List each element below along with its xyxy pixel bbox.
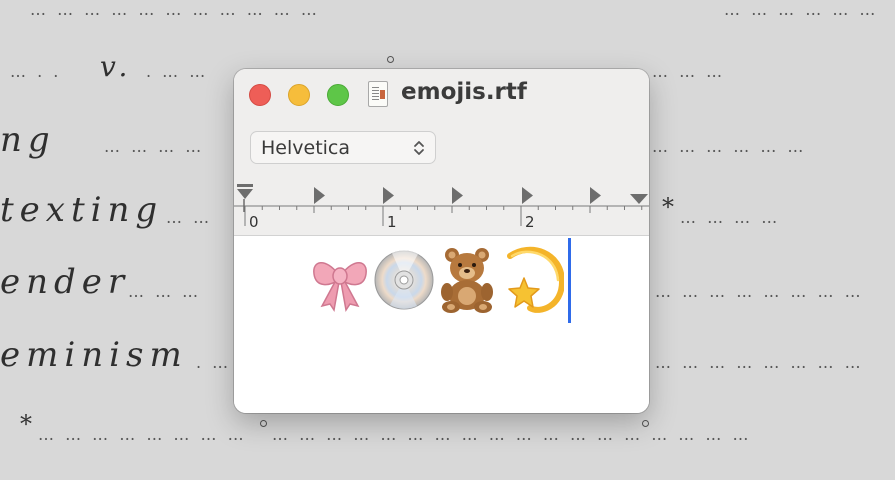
- rtf-document-icon: [368, 81, 388, 107]
- font-family-value: Helvetica: [261, 137, 351, 159]
- bg-dots-row: … … … …: [104, 137, 205, 156]
- bg-script-word: eminism: [0, 335, 188, 375]
- tab-stop-icon[interactable]: [590, 187, 601, 204]
- minimize-button[interactable]: [288, 84, 310, 106]
- textedit-window[interactable]: emojis.rtf Helvetica 0 1 2: [234, 69, 649, 413]
- tab-stop-icon[interactable]: [314, 187, 325, 204]
- tab-stop-icon[interactable]: [522, 187, 533, 204]
- emoji-line: [308, 244, 564, 314]
- bg-dots-row: … … … … … … … …: [655, 353, 864, 372]
- close-button[interactable]: [249, 84, 271, 106]
- bg-script-word: ender: [0, 262, 131, 302]
- chevron-up-down-icon: [414, 141, 424, 155]
- bg-dots-row: … … …: [128, 282, 202, 301]
- ribbon-icon: [313, 262, 367, 312]
- window-title: emojis.rtf: [401, 79, 527, 105]
- ruler-label-2: 2: [525, 213, 535, 231]
- tab-stop-icon[interactable]: [383, 187, 394, 204]
- bg-ring: [642, 420, 649, 427]
- bg-star: *: [662, 193, 674, 221]
- dizzy-star-icon: [507, 246, 564, 313]
- bg-ring: [387, 56, 394, 63]
- bg-dots-row: … … … …: [680, 208, 781, 227]
- teddy-bear-icon: [441, 248, 493, 313]
- font-family-select[interactable]: Helvetica: [250, 131, 436, 164]
- optical-disc-icon: [374, 250, 434, 310]
- ruler[interactable]: 0 1 2: [234, 178, 649, 235]
- ruler-label-0: 0: [249, 213, 259, 231]
- tab-stop-icon[interactable]: [452, 187, 463, 204]
- zoom-button[interactable]: [327, 84, 349, 106]
- text-editing-area[interactable]: [234, 236, 649, 413]
- bg-dots-row: … … … … … …: [724, 0, 879, 19]
- bg-dots-row: . …: [196, 353, 232, 372]
- bg-dots-row: … … …: [652, 62, 726, 81]
- bg-dots-row: … … … … … … … …: [38, 425, 247, 444]
- bg-dots-row: … …: [166, 208, 213, 227]
- bg-dots-row: … . .: [10, 62, 62, 81]
- bg-dots-row: . … …: [146, 62, 209, 81]
- ruler-graphic: 0 1 2: [234, 184, 649, 231]
- window-titlebar[interactable]: emojis.rtf Helvetica 0 1 2: [234, 69, 649, 236]
- bg-ring: [260, 420, 267, 427]
- right-margin-marker-icon[interactable]: [630, 194, 648, 204]
- bg-script-word: texting: [0, 190, 164, 230]
- ruler-label-1: 1: [387, 213, 397, 231]
- bg-script-word: v.: [100, 50, 134, 83]
- text-cursor: [568, 238, 571, 323]
- bg-star: *: [20, 410, 32, 438]
- bg-dots-row: … … … … … … … … … … … … … … … … … …: [272, 425, 752, 444]
- bg-script-word: ng: [0, 120, 56, 160]
- bg-dots-row: … … … … … … … …: [655, 282, 864, 301]
- bg-dots-row: … … … … … …: [652, 137, 807, 156]
- bg-dots-row: … … … … … … … … … … …: [30, 0, 320, 19]
